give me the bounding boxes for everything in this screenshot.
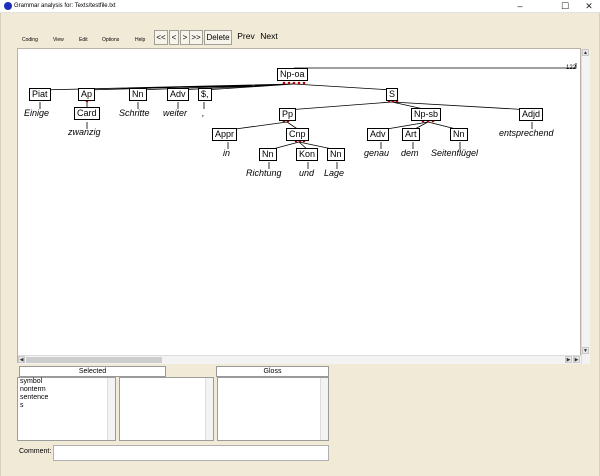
node-card[interactable]: Card — [74, 107, 100, 120]
word-comma[interactable]: , — [202, 108, 205, 118]
word-richtung[interactable]: Richtung — [246, 168, 282, 178]
canvas-horizontal-scrollbar[interactable]: ◀ ▶ ▶ — [18, 355, 581, 364]
node-np-oa[interactable]: Np-oa — [277, 68, 308, 81]
scroll-left-icon[interactable]: ◀ — [18, 356, 25, 363]
comment-field[interactable] — [53, 445, 329, 461]
node-appr[interactable]: Appr — [212, 128, 238, 141]
window-title: Grammar analysis for: Texts/testfile.txt — [14, 3, 116, 9]
gloss-header[interactable]: Gloss — [216, 366, 329, 377]
maximize-button[interactable]: ☐ — [554, 0, 576, 13]
node-punct[interactable]: $, — [198, 88, 212, 101]
middle-list[interactable] — [119, 377, 214, 441]
canvas-vertical-scrollbar[interactable]: ▲ ▼ — [581, 49, 590, 364]
node-adjd[interactable]: Adjd — [519, 108, 544, 121]
node-nn-3[interactable]: Nn — [259, 148, 277, 161]
word-einige[interactable]: Einige — [24, 108, 49, 118]
last-sentence-button[interactable]: >> — [189, 30, 203, 45]
node-ap[interactable]: Ap — [78, 88, 96, 101]
app-icon — [4, 2, 12, 10]
horizontal-scroll-thumb[interactable] — [26, 357, 162, 363]
prev-button[interactable]: Prev — [234, 30, 258, 45]
node-cnp[interactable]: Cnp — [286, 128, 309, 141]
node-piat[interactable]: Piat — [29, 88, 51, 101]
menu-edit[interactable]: Edit — [79, 34, 88, 46]
list-item[interactable]: s — [20, 402, 24, 410]
gloss-list[interactable] — [217, 377, 329, 441]
node-art[interactable]: Art — [402, 128, 420, 141]
list-scrollbar[interactable] — [320, 378, 328, 440]
comment-label: Comment: — [19, 448, 52, 455]
word-entsprechend[interactable]: entsprechend — [499, 128, 554, 138]
scroll-right-end-icon[interactable]: ▶ — [573, 356, 580, 363]
title-bar: Grammar analysis for: Texts/testfile.txt… — [0, 0, 600, 13]
word-weiter[interactable]: weiter — [163, 108, 187, 118]
scroll-down-icon[interactable]: ▼ — [582, 347, 589, 354]
word-in[interactable]: in — [223, 148, 230, 158]
s-edges — [286, 101, 533, 111]
scroll-right-icon[interactable]: ▶ — [565, 356, 572, 363]
word-schritte[interactable]: Schritte — [119, 108, 150, 118]
node-pp[interactable]: Pp — [279, 108, 297, 121]
parse-tree-canvas[interactable]: Np-oa 122 Piat Ap Card Nn Adv $, S Einig… — [17, 48, 590, 364]
word-seitenfluegel[interactable]: Seitenflügel — [431, 148, 478, 158]
scroll-up-icon[interactable]: ▲ — [582, 49, 589, 56]
word-dem[interactable]: dem — [401, 148, 419, 158]
menu-options[interactable]: Options — [102, 34, 119, 46]
edge-label: 122 — [566, 65, 577, 71]
first-sentence-button[interactable]: << — [154, 30, 168, 45]
menu-coding[interactable]: Coding — [22, 34, 38, 46]
node-s[interactable]: S — [386, 88, 399, 101]
menu-view[interactable]: View — [53, 34, 64, 46]
list-item[interactable]: sentence — [20, 394, 48, 402]
tree-edges — [39, 63, 577, 169]
selected-list[interactable]: symbol nonterm sentence s — [17, 377, 116, 441]
node-nn-4[interactable]: Nn — [327, 148, 345, 161]
word-zwanzig[interactable]: zwanzig — [68, 127, 101, 137]
minimize-button[interactable]: – — [509, 0, 531, 13]
list-item[interactable]: nonterm — [20, 386, 46, 394]
list-scrollbar[interactable] — [205, 378, 213, 440]
node-nn-2[interactable]: Nn — [450, 128, 468, 141]
word-lage[interactable]: Lage — [324, 168, 344, 178]
word-und[interactable]: und — [299, 168, 314, 178]
node-np-sb[interactable]: Np-sb — [411, 108, 442, 121]
list-scrollbar[interactable] — [107, 378, 115, 440]
menu-help[interactable]: Help — [135, 34, 145, 46]
close-button[interactable]: ✕ — [578, 0, 600, 13]
next-button[interactable]: Next — [258, 30, 280, 45]
node-kon[interactable]: Kon — [296, 148, 319, 161]
selected-header[interactable]: Selected — [19, 366, 166, 377]
np-sb-edges — [380, 121, 461, 131]
node-adv[interactable]: Adv — [167, 88, 189, 101]
previous-sentence-button[interactable]: < — [169, 30, 179, 45]
root-edge — [294, 63, 577, 69]
node-adv-2[interactable]: Adv — [367, 128, 389, 141]
delete-button[interactable]: Delete — [204, 30, 232, 45]
node-nn[interactable]: Nn — [129, 88, 147, 101]
list-item[interactable]: symbol — [20, 378, 42, 386]
word-genau[interactable]: genau — [364, 148, 389, 158]
